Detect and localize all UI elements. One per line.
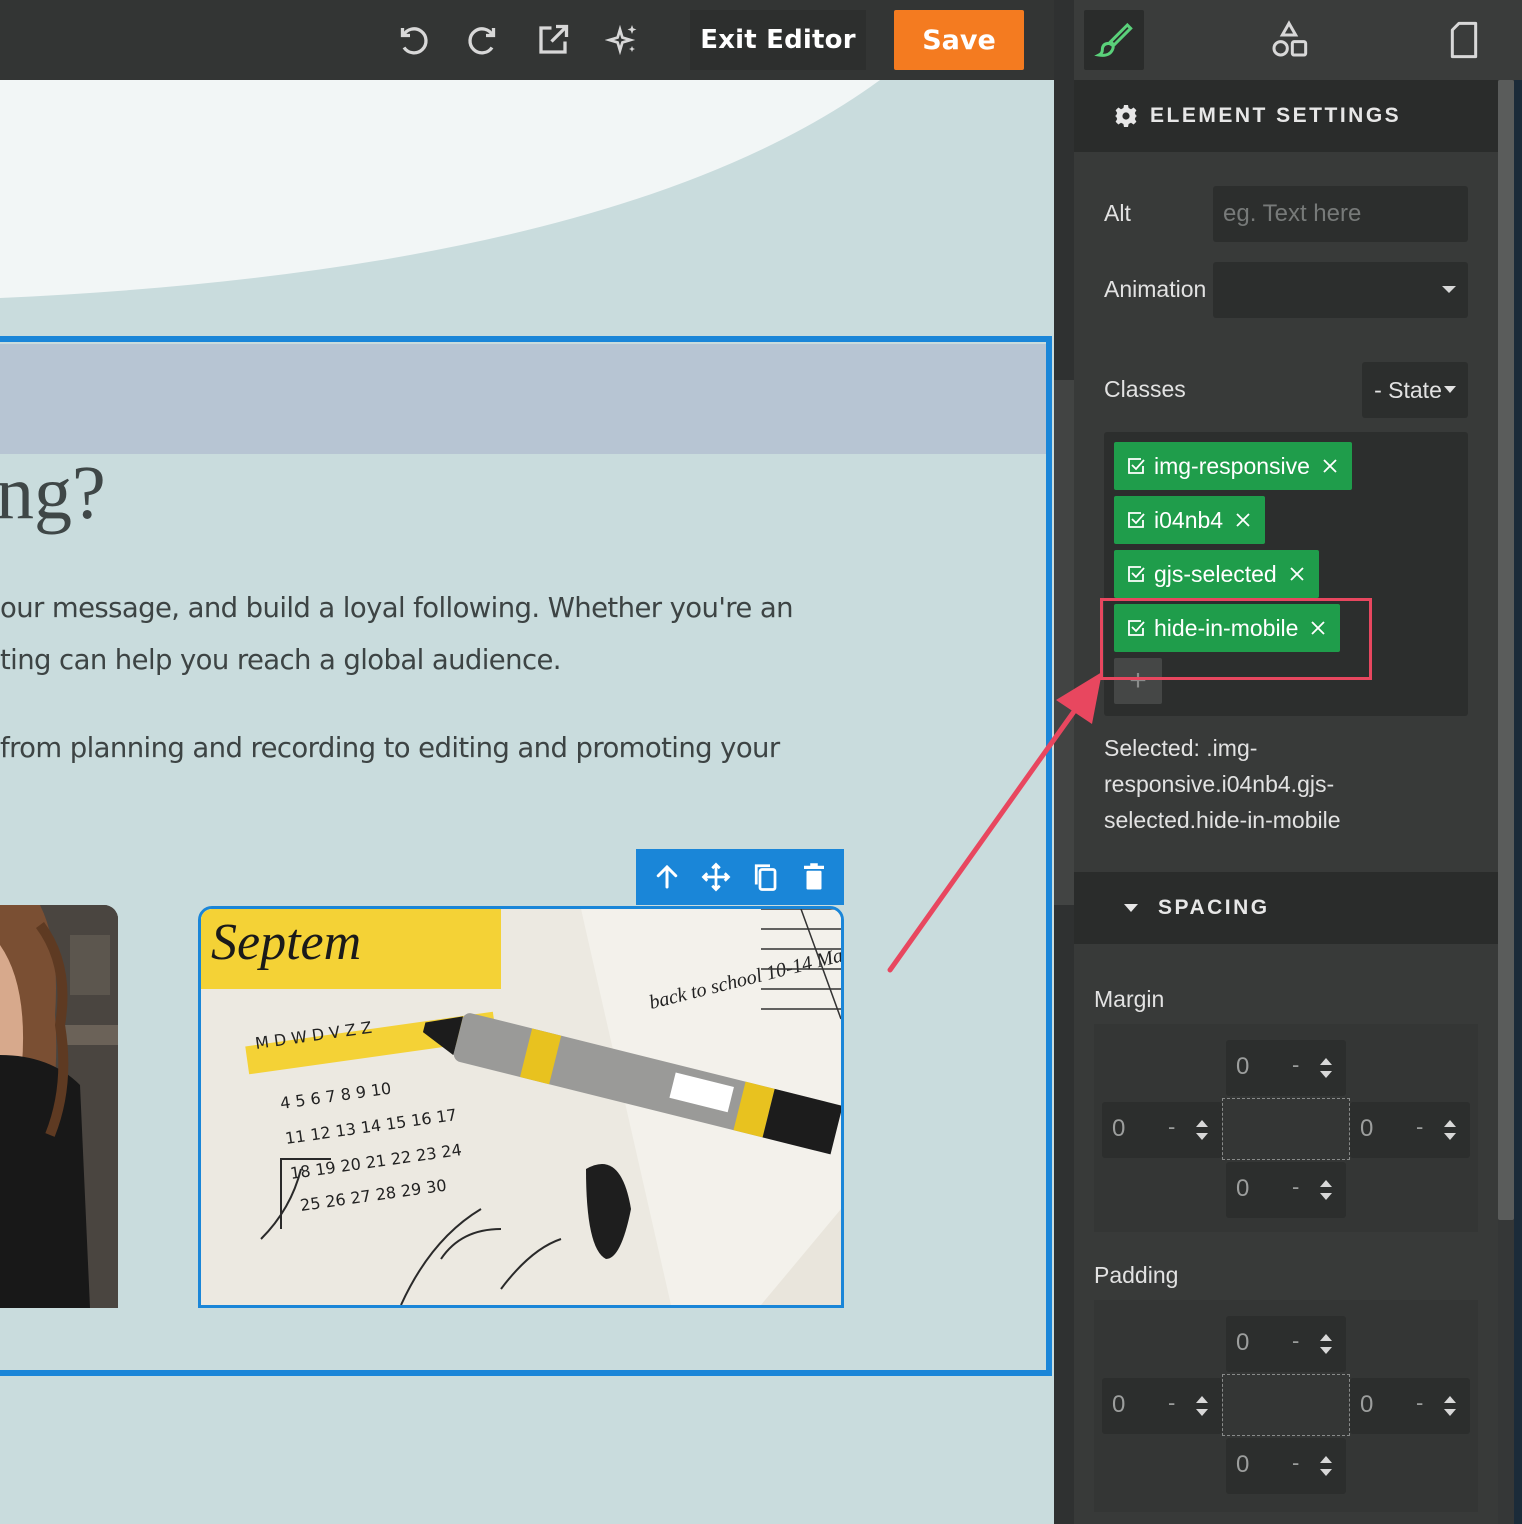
stepper-arrows-icon[interactable] [1318,1054,1334,1082]
alt-field-wrapper [1213,186,1468,242]
classes-label: Classes [1104,376,1186,402]
stepper-arrows-icon[interactable] [1318,1452,1334,1480]
class-chip[interactable]: gjs-selected [1114,550,1319,598]
chevron-down-icon [1442,286,1456,293]
margin-center [1222,1098,1350,1160]
class-chip[interactable]: i04nb4 [1114,496,1266,544]
editor-toolbar: Exit Editor Save [0,0,1054,80]
gear-icon [1115,105,1137,127]
padding-label: Padding [1094,1262,1179,1288]
padding-top-value: 0 [1236,1329,1250,1356]
checkbox-checked-icon[interactable] [1126,564,1146,584]
padding-bottom-input[interactable]: 0 - [1226,1438,1346,1494]
class-chip-label: i04nb4 [1154,506,1224,533]
tab-blocks[interactable] [1259,10,1319,70]
checkbox-checked-icon[interactable] [1126,510,1146,530]
tab-style-manager[interactable] [1084,10,1144,70]
annotation-arrow [887,672,1102,973]
save-button[interactable]: Save [894,10,1024,70]
stepper-arrows-icon[interactable] [1194,1392,1210,1420]
tab-pages[interactable] [1434,10,1494,70]
undo-icon[interactable] [393,20,433,60]
open-external-icon[interactable] [533,20,573,60]
margin-bottom-unit: - [1292,1174,1300,1199]
class-chip[interactable]: img-responsive [1114,442,1352,490]
padding-right-input[interactable]: 0 - [1350,1378,1470,1434]
element-settings-title: ELEMENT SETTINGS [1150,104,1402,127]
margin-top-value: 0 [1236,1053,1250,1080]
paintbrush-icon [1094,22,1133,57]
stepper-arrows-icon[interactable] [1194,1116,1210,1144]
shapes-icon [1272,20,1308,57]
class-chip-label: gjs-selected [1154,560,1277,587]
padding-center [1222,1374,1350,1436]
class-chip-label: img-responsive [1154,452,1310,479]
alt-label: Alt [1104,200,1131,226]
padding-left-value: 0 [1112,1391,1126,1418]
padding-right-value: 0 [1360,1391,1374,1418]
padding-bottom-unit: - [1292,1450,1300,1475]
margin-top-input[interactable]: 0 - [1226,1040,1346,1096]
animation-label: Animation [1104,276,1207,302]
margin-right-input[interactable]: 0 - [1350,1102,1470,1158]
margin-left-unit: - [1168,1114,1176,1139]
remove-class-icon[interactable] [1235,512,1251,528]
exit-editor-button[interactable]: Exit Editor [690,10,866,70]
stepper-arrows-icon[interactable] [1318,1176,1334,1204]
spacing-header[interactable]: SPACING [1074,872,1498,944]
animation-select[interactable] [1213,262,1468,318]
padding-bottom-value: 0 [1236,1451,1250,1478]
element-settings-header[interactable]: ELEMENT SETTINGS [1074,80,1498,152]
padding-top-unit: - [1292,1328,1300,1353]
margin-bottom-input[interactable]: 0 - [1226,1162,1346,1218]
annotation-highlight-box [1100,598,1372,680]
padding-left-unit: - [1168,1390,1176,1415]
margin-top-unit: - [1292,1052,1300,1077]
padding-left-input[interactable]: 0 - [1102,1378,1222,1434]
state-dropdown[interactable]: - State [1362,362,1468,418]
margin-left-input[interactable]: 0 - [1102,1102,1222,1158]
panel-tabs [1074,0,1522,80]
selected-selector-text: Selected: .img-responsive.i04nb4.gjs-sel… [1104,735,1341,833]
spacing-title: SPACING [1158,896,1270,919]
padding-right-unit: - [1416,1390,1424,1415]
chevron-down-icon [1443,386,1456,393]
margin-left-value: 0 [1112,1115,1126,1142]
remove-class-icon[interactable] [1322,458,1338,474]
checkbox-checked-icon[interactable] [1126,456,1146,476]
stepper-arrows-icon[interactable] [1442,1392,1458,1420]
margin-right-unit: - [1416,1114,1424,1139]
padding-top-input[interactable]: 0 - [1226,1316,1346,1372]
stepper-arrows-icon[interactable] [1318,1330,1334,1358]
stepper-arrows-icon[interactable] [1442,1116,1458,1144]
panel-scrollbar[interactable] [1498,80,1514,1220]
sparkle-icon[interactable] [603,20,643,60]
page-icon [1450,21,1478,59]
remove-class-icon[interactable] [1289,566,1305,582]
redo-icon[interactable] [463,20,503,60]
margin-right-value: 0 [1360,1115,1374,1142]
caret-down-icon [1124,904,1138,912]
alt-input[interactable] [1213,186,1468,242]
margin-label: Margin [1094,986,1165,1012]
margin-bottom-value: 0 [1236,1175,1250,1202]
state-label: - State [1374,376,1442,403]
window-edge [1514,0,1522,1524]
hero-curve-decoration [0,80,880,298]
